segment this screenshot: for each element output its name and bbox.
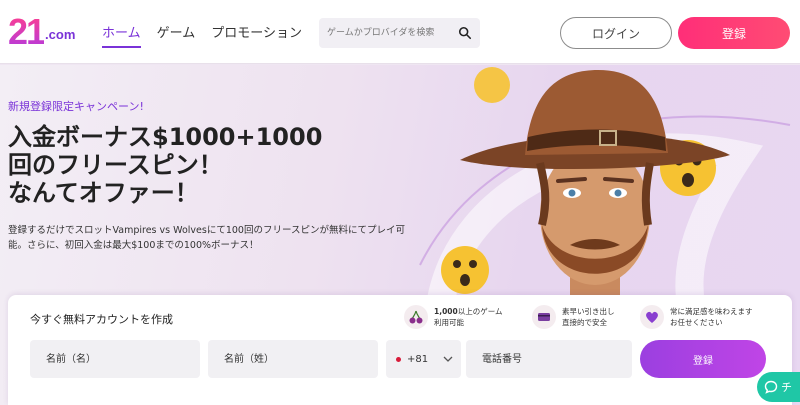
japan-flag-icon [396,356,401,362]
hero-headline: 入金ボーナス$1000+1000 回のフリースピン！ なんてオファー！ [8,123,322,207]
live-chat-button[interactable]: チ [757,372,800,402]
feature-withdrawal-line2: 直接的で安全 [562,318,607,327]
last-name-input[interactable] [208,340,378,378]
feature-withdrawal-line1: 素早い引き出し [562,307,615,316]
top-header: 21 .com ホーム ゲーム プロモーション ログイン 登録 [0,0,800,64]
cherries-icon [404,305,428,329]
feature-withdrawal: 素早い引き出し 直接的で安全 [532,305,615,329]
signup-title: 今すぐ無料アカウントを作成 [30,313,173,326]
nav-home[interactable]: ホーム [102,22,141,48]
feature-games: 1,000以上のゲーム 利用可能 [404,305,503,329]
feature-satisfaction-line1: 常に満足感を味わえます [670,307,753,316]
feature-satisfaction-line2: お任せください [670,318,723,327]
first-name-field [30,340,200,378]
nav-games[interactable]: ゲーム [157,22,196,48]
first-name-input[interactable] [30,340,200,378]
main-nav: ホーム ゲーム プロモーション [102,22,302,48]
headline-line-2: 回のフリースピン！ [8,151,223,179]
headline-line-3: なんてオファー！ [8,179,199,207]
surprised-emoji-top [474,67,510,103]
logo-suffix: .com [45,27,76,42]
chat-label: チ [781,381,792,394]
site-logo[interactable]: 21 .com [8,14,75,50]
nav-promotions[interactable]: プロモーション [211,22,302,48]
feature-satisfaction: 常に満足感を味わえます お任せください [640,305,753,329]
logo-mark: 21 [8,11,46,52]
login-button[interactable]: ログイン [560,17,672,49]
feature-games-line1: 以上のゲーム [457,307,503,316]
cards-icon [532,305,556,329]
phone-input[interactable] [466,340,632,378]
signup-submit-button[interactable]: 登録 [640,340,766,378]
surprised-emoji-left [441,246,489,294]
country-code-select[interactable]: +81 [386,340,461,378]
search-input[interactable] [327,18,455,48]
register-button[interactable]: 登録 [678,17,790,49]
heart-icon [640,305,664,329]
search-icon[interactable] [458,26,472,40]
phone-field [466,340,632,378]
feature-games-count: 1,000 [434,307,458,316]
hero-description: 登録するだけでスロットVampires vs Wolvesにて100回のフリース… [8,225,405,251]
last-name-field [208,340,378,378]
feature-games-line2: 利用可能 [434,318,464,327]
chevron-down-icon [443,356,453,362]
signup-panel: 今すぐ無料アカウントを作成 1,000以上のゲーム 利用可能 素早い引き出し 直… [8,295,792,405]
search-box [319,18,480,48]
headline-line-1: 入金ボーナス$1000+1000 [8,123,323,151]
campaign-label: 新規登録限定キャンペーン! [8,100,144,113]
chat-bubble-icon [764,380,778,394]
country-code-value: +81 [407,353,429,365]
